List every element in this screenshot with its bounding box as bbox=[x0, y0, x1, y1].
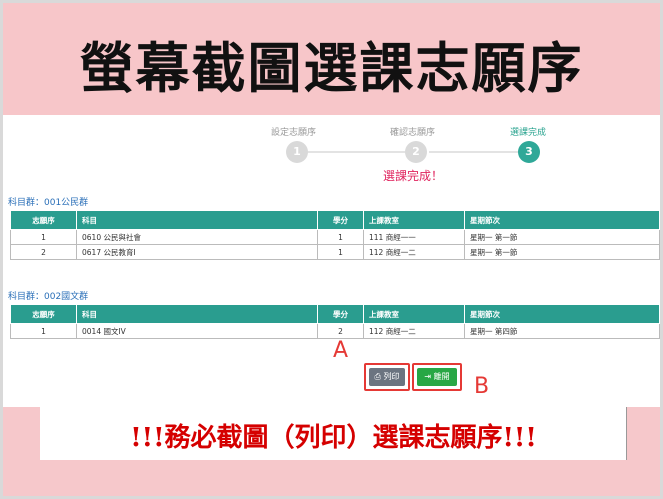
table-header-row: 志願序 科目 學分 上課教室 星期節次 bbox=[10, 304, 660, 324]
warning-text: !!!務必截圖（列印）選課志願序!!! bbox=[130, 423, 537, 453]
step-1-circle: 1 bbox=[286, 141, 308, 163]
column-header: 志願序 bbox=[10, 304, 77, 324]
group-2-table: 志願序 科目 學分 上課教室 星期節次 1 0014 國文IV 2 112 商經… bbox=[10, 304, 660, 339]
column-header: 學分 bbox=[317, 210, 364, 230]
step-2-circle: 2 bbox=[405, 141, 427, 163]
warning-box: !!!務必截圖（列印）選課志願序!!! bbox=[40, 407, 627, 460]
cell-credits: 1 bbox=[317, 229, 364, 245]
cell-priority: 1 bbox=[10, 229, 77, 245]
step-1-label: 設定志願序 bbox=[271, 128, 317, 138]
step-connector bbox=[429, 151, 529, 153]
cell-subject: 0014 國文IV bbox=[76, 323, 318, 339]
table-row: 1 0014 國文IV 2 112 商經一二 星期一 第四節 bbox=[10, 323, 660, 339]
cell-priority: 1 bbox=[10, 323, 77, 339]
marker-a: A bbox=[333, 338, 349, 363]
table-row: 2 0617 公民教育Ⅰ 1 112 商經一二 星期一 第一節 bbox=[10, 244, 660, 260]
cell-credits: 2 bbox=[317, 323, 364, 339]
column-header: 星期節次 bbox=[464, 210, 660, 230]
step-3-label: 選課完成 bbox=[510, 128, 547, 138]
cell-credits: 1 bbox=[317, 244, 364, 260]
step-2-label: 確認志願序 bbox=[390, 128, 436, 138]
table-row: 1 0610 公民與社會 1 111 商經一一 星期一 第一節 bbox=[10, 229, 660, 245]
table-header-row: 志願序 科目 學分 上課教室 星期節次 bbox=[10, 210, 660, 230]
cell-schedule: 星期一 第一節 bbox=[464, 229, 660, 245]
column-header: 科目 bbox=[76, 210, 318, 230]
column-header: 上課教室 bbox=[363, 210, 465, 230]
marker-b: B bbox=[474, 374, 490, 399]
group-1-label: 科目群：001公民群 bbox=[8, 198, 89, 208]
column-header: 上課教室 bbox=[363, 304, 465, 324]
column-header: 志願序 bbox=[10, 210, 77, 230]
cell-classroom: 112 商經一二 bbox=[363, 244, 465, 260]
print-highlight-box bbox=[364, 363, 410, 391]
cell-schedule: 星期一 第四節 bbox=[464, 323, 660, 339]
step-connector bbox=[303, 151, 413, 153]
column-header: 科目 bbox=[76, 304, 318, 324]
column-header: 學分 bbox=[317, 304, 364, 324]
column-header: 星期節次 bbox=[464, 304, 660, 324]
cell-subject: 0617 公民教育Ⅰ bbox=[76, 244, 318, 260]
completion-message: 選課完成！ bbox=[382, 169, 443, 183]
course-selection-panel: 設定志願序 1 確認志願序 2 選課完成 3 選課完成！ 科目群：001公民群 … bbox=[3, 115, 660, 407]
cell-priority: 2 bbox=[10, 244, 77, 260]
main-title: 螢幕截圖選課志願序 bbox=[79, 36, 584, 100]
cell-classroom: 112 商經一二 bbox=[363, 323, 465, 339]
leave-highlight-box bbox=[412, 363, 462, 391]
group-1-table: 志願序 科目 學分 上課教室 星期節次 1 0610 公民與社會 1 111 商… bbox=[10, 210, 660, 260]
cell-classroom: 111 商經一一 bbox=[363, 229, 465, 245]
step-3-circle: 3 bbox=[518, 141, 540, 163]
group-2-label: 科目群：002國文群 bbox=[8, 292, 89, 302]
cell-schedule: 星期一 第一節 bbox=[464, 244, 660, 260]
cell-subject: 0610 公民與社會 bbox=[76, 229, 318, 245]
